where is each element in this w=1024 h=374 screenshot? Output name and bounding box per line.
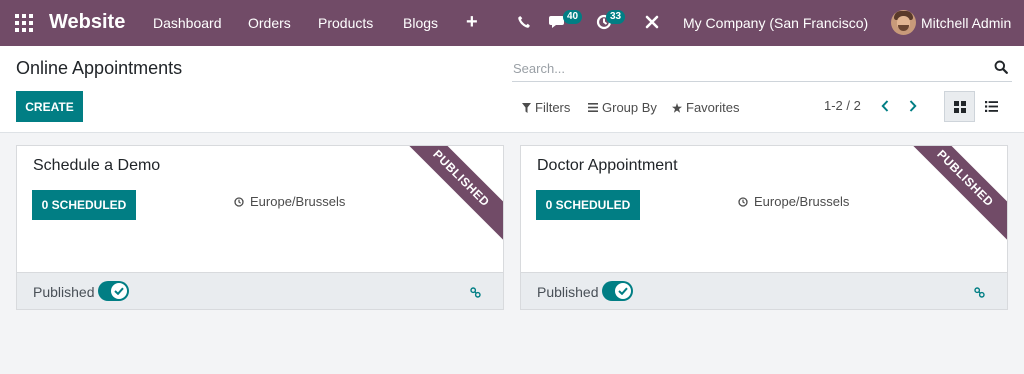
scheduled-button[interactable]: 0 SCHEDULED [536,190,640,220]
timezone: Europe/Brussels [738,194,849,209]
filters-dropdown[interactable]: Filters [522,100,570,115]
check-icon [111,283,127,299]
appointment-card[interactable]: Schedule a Demo 0 SCHEDULED Europe/Bruss… [16,145,504,310]
create-button[interactable]: CREATE [16,91,83,122]
card-title: Doctor Appointment [537,157,678,174]
company-switcher[interactable]: My Company (San Francisco) [683,15,868,31]
card-title: Schedule a Demo [33,157,161,174]
timezone: Europe/Brussels [234,194,345,209]
clock-icon [234,196,244,207]
favorites-label: Favorites [686,100,740,115]
user-menu[interactable]: Mitchell Admin [921,15,1011,31]
new-content-button[interactable]: + [466,11,478,34]
appointment-card[interactable]: Doctor Appointment 0 SCHEDULED Europe/Br… [520,145,1008,310]
phone-icon[interactable] [517,15,531,34]
clock-icon [738,196,748,207]
top-navbar: Website Dashboard Orders Products Blogs … [0,0,1024,46]
published-ribbon: PUBLISHED [902,146,1007,242]
check-icon [615,283,631,299]
nav-item-blogs[interactable]: Blogs [403,15,438,31]
pager-value[interactable]: 1-2 / 2 [824,98,861,113]
page-title: Online Appointments [16,58,183,78]
search-icon[interactable] [994,60,1008,79]
activities-count-badge: 33 [606,10,626,24]
pager-previous-icon[interactable] [878,98,892,114]
control-panel: Online Appointments CREATE Filters Group… [0,46,1024,133]
published-label: Published [537,284,599,300]
messages-count-badge: 40 [563,10,583,24]
app-brand[interactable]: Website [49,11,125,34]
search-input[interactable] [512,56,982,80]
card-footer: Published [17,272,503,309]
published-toggle[interactable] [98,281,129,301]
list-view-icon[interactable] [976,91,1007,122]
filters-label: Filters [535,100,571,115]
star-icon [672,102,682,113]
apps-menu-icon[interactable] [15,14,33,32]
published-ribbon: PUBLISHED [398,146,503,242]
nav-item-products[interactable]: Products [318,15,373,31]
pager-next-icon[interactable] [906,98,920,114]
user-avatar[interactable] [891,10,916,35]
link-icon[interactable] [974,285,985,303]
kanban-view-icon[interactable] [944,91,975,122]
debug-tools-icon[interactable] [645,15,659,34]
favorites-dropdown[interactable]: Favorites [672,100,739,115]
card-footer: Published [521,272,1007,309]
link-icon[interactable] [470,285,481,303]
group-by-label: Group By [602,100,657,115]
scheduled-button[interactable]: 0 SCHEDULED [32,190,136,220]
search-bar [512,56,1012,82]
timezone-label: Europe/Brussels [250,194,346,209]
group-by-icon [588,103,598,112]
timezone-label: Europe/Brussels [754,194,850,209]
published-toggle[interactable] [602,281,633,301]
nav-item-orders[interactable]: Orders [248,15,291,31]
filter-icon [522,102,531,113]
published-label: Published [33,284,95,300]
nav-item-dashboard[interactable]: Dashboard [153,15,222,31]
group-by-dropdown[interactable]: Group By [588,100,657,115]
